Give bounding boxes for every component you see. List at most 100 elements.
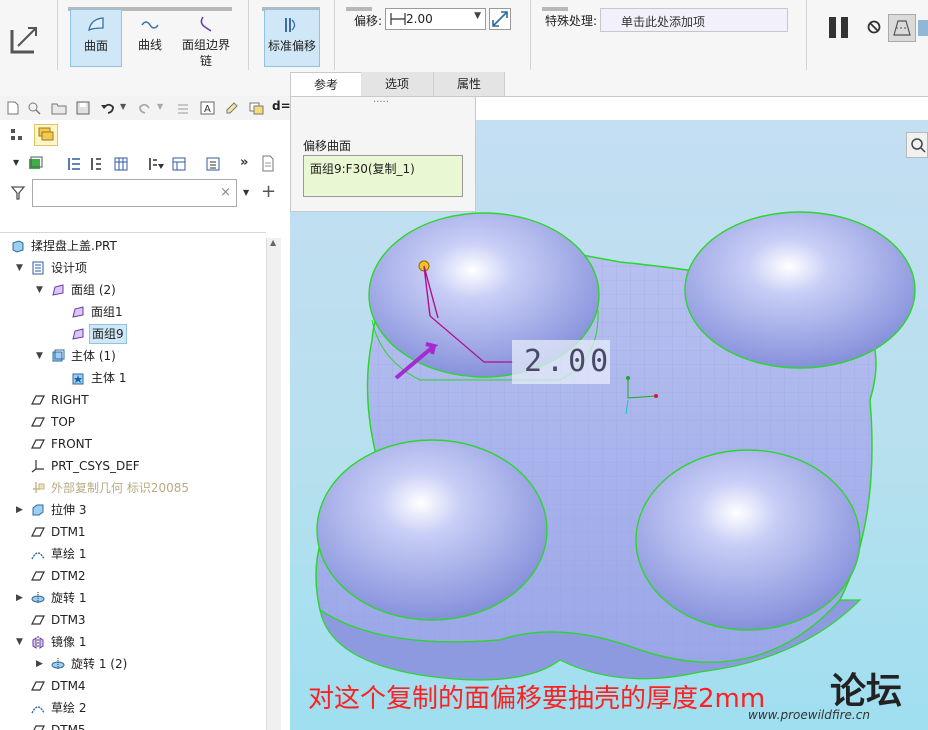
add-icon[interactable]: + bbox=[261, 181, 276, 202]
tree-item-extrude3[interactable]: ▶ 拉伸 3 bbox=[0, 499, 266, 521]
tree-item-quilt1[interactable]: 面组1 bbox=[0, 301, 266, 323]
undo-icon[interactable] bbox=[100, 101, 116, 115]
tree-item-dtm3[interactable]: DTM3 bbox=[0, 609, 266, 631]
sketch-corner-icon[interactable] bbox=[6, 22, 42, 58]
flip-direction-icon[interactable] bbox=[489, 8, 511, 30]
tree-label: PRT_CSYS_DEF bbox=[51, 459, 140, 473]
collapse-arrow-icon[interactable]: ▼ bbox=[36, 345, 43, 367]
scroll-up-icon[interactable]: ▲ bbox=[270, 238, 276, 247]
filter-icon[interactable] bbox=[10, 185, 26, 201]
tab-properties[interactable]: 属性 bbox=[434, 72, 505, 96]
divider bbox=[334, 0, 335, 70]
tree-item-top[interactable]: TOP bbox=[0, 411, 266, 433]
tab-references[interactable]: 参考 bbox=[290, 72, 362, 97]
dimension-icon bbox=[390, 13, 406, 25]
tree-columns-icon[interactable] bbox=[66, 156, 82, 172]
revolve-icon bbox=[31, 592, 45, 604]
datum-plane-icon bbox=[31, 417, 45, 427]
tree-item-sketch1[interactable]: 草绘 1 bbox=[0, 543, 266, 565]
standard-offset-button[interactable]: 标准偏移 bbox=[264, 9, 320, 67]
properties-icon[interactable] bbox=[205, 156, 221, 172]
new-file-icon[interactable] bbox=[6, 101, 20, 115]
annotation-icon[interactable]: A bbox=[200, 100, 216, 116]
chain-icon bbox=[200, 16, 212, 32]
search-dropdown-icon[interactable]: ▼ bbox=[243, 188, 249, 197]
special-handling-collector[interactable]: 单击此处添加项 bbox=[600, 8, 788, 32]
model-tree-panel: ▼ » × ▼ + 揉捏盘上盖.PRT ▼ 设计项 ▼ 面组 (2) 面组1 面… bbox=[0, 120, 291, 730]
windows-icon[interactable] bbox=[249, 101, 265, 115]
tree-item-dtm1[interactable]: DTM1 bbox=[0, 521, 266, 543]
pause-icon[interactable] bbox=[826, 16, 852, 40]
tree-search-input[interactable]: × bbox=[32, 179, 237, 207]
tab-options[interactable]: 选项 bbox=[361, 72, 434, 96]
special-handling-label: 特殊处理: bbox=[545, 14, 598, 28]
more-icon[interactable]: » bbox=[240, 155, 248, 170]
offset-surface-collector[interactable]: 面组9:F30(复制_1) bbox=[303, 155, 463, 197]
tree-settings-icon[interactable] bbox=[171, 156, 187, 172]
table-icon[interactable] bbox=[113, 156, 129, 172]
no-preview-icon[interactable] bbox=[866, 19, 882, 35]
tree-item-revolve1-2[interactable]: ▶ 旋转 1 (2) bbox=[0, 653, 266, 675]
mirror-icon bbox=[32, 636, 44, 649]
redo-icon[interactable] bbox=[137, 101, 153, 115]
edit-icon[interactable] bbox=[225, 101, 239, 115]
show-icon[interactable] bbox=[27, 156, 43, 172]
collapse-arrow-icon[interactable]: ▼ bbox=[36, 279, 43, 301]
surface-button[interactable]: 曲面 bbox=[70, 9, 122, 67]
offset-input[interactable]: 2.00 ▼ bbox=[385, 8, 486, 30]
regenerate-icon[interactable] bbox=[176, 101, 190, 115]
preview-icon[interactable] bbox=[888, 14, 916, 42]
revolve-icon bbox=[51, 658, 65, 670]
tree-label: 外部复制几何 标识20085 bbox=[51, 481, 189, 495]
tree-item-design-items[interactable]: ▼ 设计项 bbox=[0, 257, 266, 279]
collapse-arrow-icon[interactable]: ▼ bbox=[16, 631, 23, 653]
expand-arrow-icon[interactable]: ▶ bbox=[16, 587, 23, 609]
tree-item-dtm5[interactable]: DTM5 bbox=[0, 719, 266, 730]
svg-text:A: A bbox=[204, 104, 211, 115]
chevron-down-icon[interactable]: ▼ bbox=[474, 11, 481, 21]
tree-item-external-copy[interactable]: 外部复制几何 标识20085 bbox=[0, 477, 266, 499]
tree-item-sketch2[interactable]: 草绘 2 bbox=[0, 697, 266, 719]
view-search-button[interactable] bbox=[906, 132, 928, 158]
dimension-label[interactable]: 2.00 bbox=[512, 340, 610, 384]
settings-dropdown-icon[interactable]: ▼ bbox=[13, 158, 19, 167]
curve-button[interactable]: 曲线 bbox=[124, 9, 176, 67]
save-icon[interactable] bbox=[76, 101, 90, 115]
open-icon[interactable] bbox=[27, 101, 41, 115]
tree-item-csys[interactable]: PRT_CSYS_DEF bbox=[0, 455, 266, 477]
expand-arrow-icon[interactable]: ▶ bbox=[16, 499, 23, 521]
glasses-icon[interactable] bbox=[918, 20, 928, 36]
tree-item-quilts[interactable]: ▼ 面组 (2) bbox=[0, 279, 266, 301]
tree-item-bodies[interactable]: ▼ 主体 (1) bbox=[0, 345, 266, 367]
layer-tree-tab[interactable] bbox=[34, 124, 58, 146]
tree-item-front[interactable]: FRONT bbox=[0, 433, 266, 455]
tab-label: 属性 bbox=[456, 77, 481, 91]
tree-item-right[interactable]: RIGHT bbox=[0, 389, 266, 411]
tree-item-quilt9[interactable]: 面组9 bbox=[0, 323, 266, 345]
standard-offset-label: 标准偏移 bbox=[267, 39, 316, 53]
quilt-boundary-chain-button[interactable]: 面组边界 链 bbox=[178, 9, 234, 68]
expand-arrow-icon[interactable]: ▶ bbox=[36, 653, 43, 675]
sort-filter-icon[interactable] bbox=[147, 156, 165, 172]
clear-icon[interactable]: × bbox=[220, 185, 231, 200]
redo-dropdown-icon[interactable]: ▼ bbox=[157, 102, 163, 111]
csys-icon bbox=[31, 460, 44, 473]
collapse-arrow-icon[interactable]: ▼ bbox=[16, 257, 23, 279]
tree-item-revolve1[interactable]: ▶ 旋转 1 bbox=[0, 587, 266, 609]
tree-scrollbar[interactable]: ▲ bbox=[266, 238, 281, 730]
tree-root-part[interactable]: 揉捏盘上盖.PRT bbox=[0, 235, 266, 257]
popup-grip[interactable]: ····· bbox=[373, 97, 389, 108]
undo-dropdown-icon[interactable]: ▼ bbox=[120, 102, 126, 111]
tree-item-dtm4[interactable]: DTM4 bbox=[0, 675, 266, 697]
model-tree-tab-icon[interactable] bbox=[10, 128, 24, 142]
relations-icon[interactable]: d= bbox=[272, 99, 291, 113]
tree-label: 草绘 2 bbox=[51, 701, 87, 715]
tree-item-body1[interactable]: 主体 1 bbox=[0, 367, 266, 389]
watermark-url: www.proewildfire.cn bbox=[748, 708, 870, 722]
folder-icon[interactable] bbox=[51, 101, 67, 115]
document-icon[interactable] bbox=[261, 155, 275, 173]
tree-item-mirror1[interactable]: ▼ 镜像 1 bbox=[0, 631, 266, 653]
tree-item-dtm2[interactable]: DTM2 bbox=[0, 565, 266, 587]
tree-label: 面组1 bbox=[91, 305, 123, 319]
tree-filter-icon[interactable] bbox=[89, 156, 105, 172]
